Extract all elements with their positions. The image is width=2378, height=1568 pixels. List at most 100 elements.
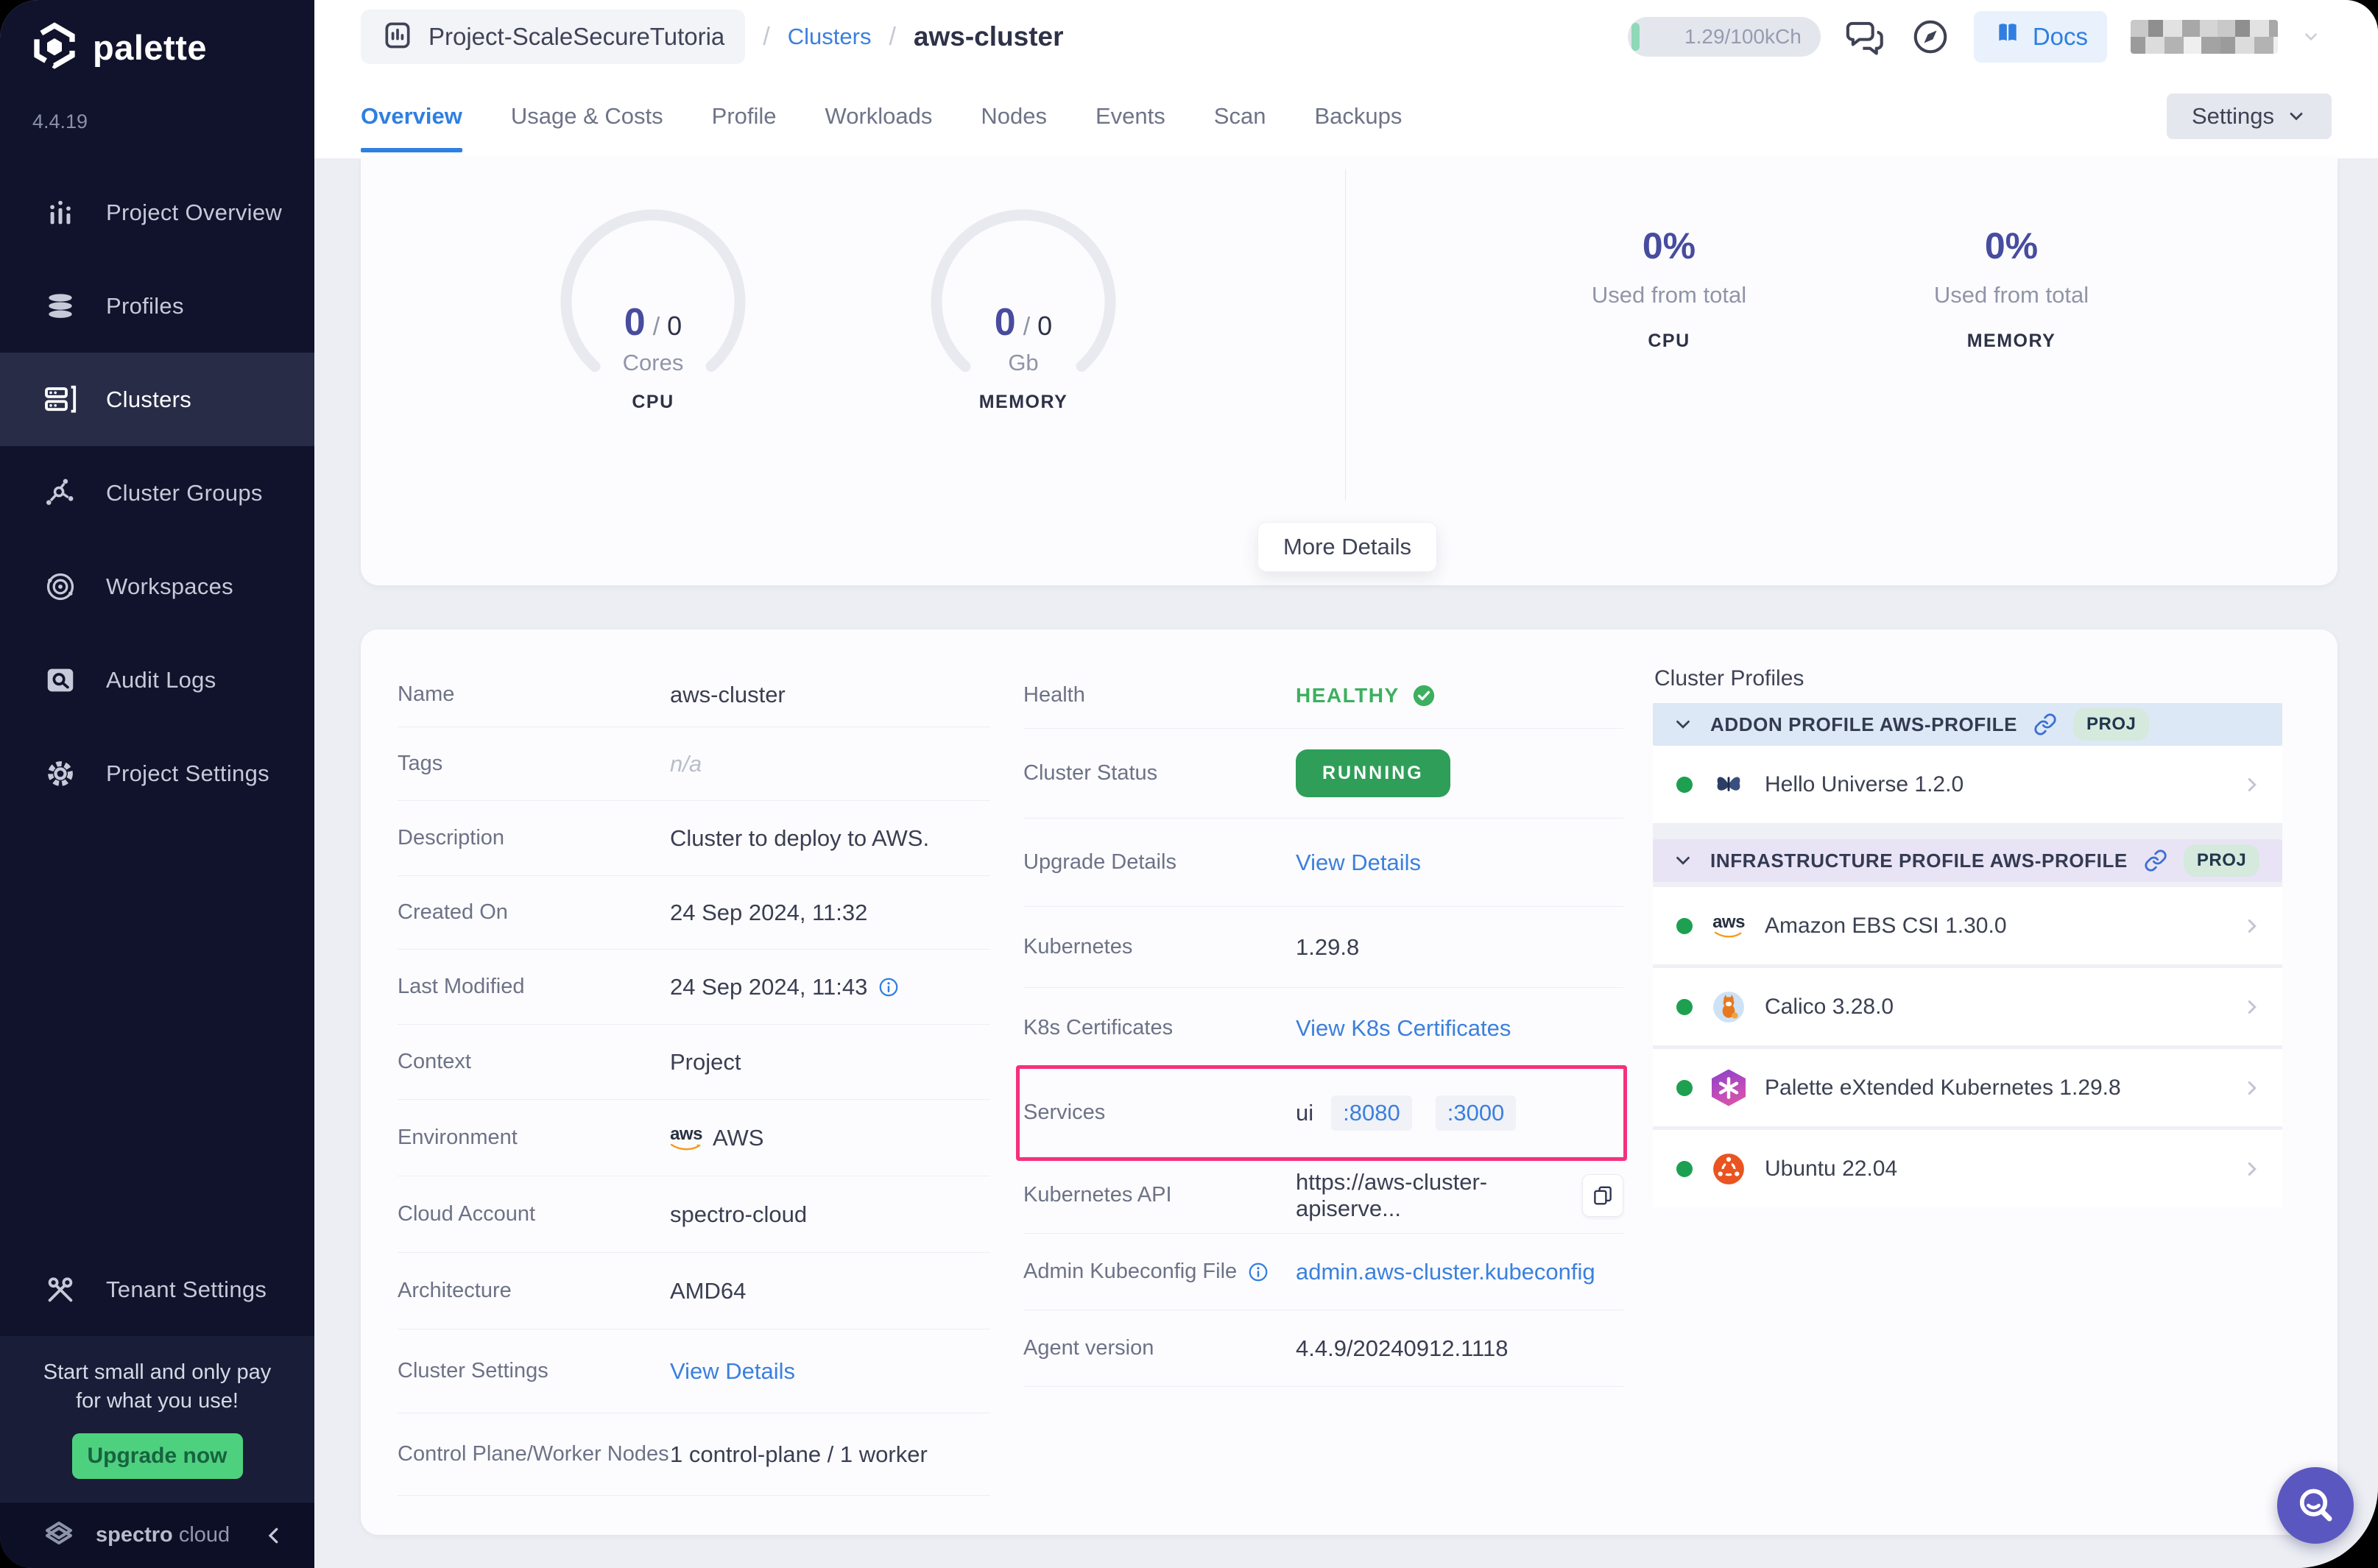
upgrade-now-button[interactable]: Upgrade now	[71, 1433, 243, 1479]
project-selector[interactable]: Project-ScaleSecureTutoria	[361, 10, 746, 64]
tab-scan[interactable]: Scan	[1214, 74, 1266, 158]
detail-row-kubeconfig: Admin Kubeconfig File admin.aws-cluster.…	[1023, 1234, 1623, 1310]
detail-row-health: Health HEALTHY	[1023, 663, 1623, 729]
settings-dropdown-button[interactable]: Settings	[2167, 93, 2332, 139]
cpu-used-value: 0	[624, 301, 646, 344]
row-label: Admin Kubeconfig File	[1023, 1260, 1238, 1283]
view-details-link[interactable]: View Details	[670, 1358, 795, 1385]
profile-item-amazon-ebs-csi[interactable]: aws Amazon EBS CSI 1.30.0	[1653, 887, 2282, 964]
service-port-link-8080[interactable]: :8080	[1331, 1095, 1412, 1131]
user-name-redacted[interactable]	[2131, 20, 2278, 54]
compass-icon[interactable]	[1910, 17, 1950, 57]
row-label: Cluster Status	[1023, 761, 1158, 785]
tab-events[interactable]: Events	[1095, 74, 1165, 158]
detail-row-nodes: Control Plane/Worker Nodes 1 control-pla…	[398, 1413, 990, 1496]
row-value: aws-cluster	[670, 681, 786, 707]
sidebar-item-tenant-settings[interactable]: Tenant Settings	[0, 1243, 314, 1336]
top-bar: Project-ScaleSecureTutoria / Clusters / …	[314, 0, 2378, 74]
profile-item-name: Ubuntu 22.04	[1765, 1156, 1898, 1181]
tab-profile[interactable]: Profile	[712, 74, 777, 158]
profile-item-ubuntu[interactable]: Ubuntu 22.04	[1653, 1130, 2282, 1207]
view-k8s-certificates-link[interactable]: View K8s Certificates	[1296, 1015, 1511, 1042]
chevron-down-icon	[1676, 720, 1690, 729]
collapse-sidebar-icon[interactable]	[263, 1525, 285, 1547]
memory-used-value: 0	[994, 301, 1016, 344]
profile-item-hello-universe[interactable]: Hello Universe 1.2.0	[1653, 746, 2282, 823]
row-label: Environment	[398, 1126, 518, 1149]
tab-workloads[interactable]: Workloads	[825, 74, 933, 158]
sidebar-item-label: Project Overview	[106, 199, 283, 225]
row-label: Agent version	[1023, 1336, 1154, 1360]
row-value: 1.29.8	[1296, 933, 1360, 960]
row-label: Kubernetes API	[1023, 1183, 1172, 1207]
row-label: Name	[398, 682, 455, 706]
gauge-separator: /	[652, 313, 660, 341]
cluster-tabs: Overview Usage & Costs Profile Workloads…	[314, 74, 2378, 158]
magnifier-smile-icon	[2299, 1488, 2332, 1522]
service-port-link-3000[interactable]: :3000	[1435, 1095, 1517, 1131]
sidebar-item-project-settings[interactable]: Project Settings	[0, 727, 314, 820]
info-icon[interactable]	[878, 976, 900, 998]
row-label: Kubernetes	[1023, 935, 1133, 958]
sidebar-item-project-overview[interactable]: Project Overview	[0, 166, 314, 259]
sidebar-footer: spectro cloud	[0, 1502, 314, 1568]
memory-unit: Gb	[1008, 350, 1039, 375]
cpu-gauge-label: CPU	[632, 392, 674, 412]
sidebar-item-workspaces[interactable]: Workspaces	[0, 540, 314, 633]
detail-row-description: Description Cluster to deploy to AWS.	[398, 801, 990, 876]
memory-percent-stat: 0% Used from total MEMORY	[1894, 225, 2129, 352]
info-icon[interactable]	[1247, 1261, 1269, 1283]
sidebar-item-clusters[interactable]: Clusters	[0, 353, 314, 446]
kubeconfig-download-link[interactable]: admin.aws-cluster.kubeconfig	[1296, 1259, 1595, 1285]
docs-label: Docs	[2032, 23, 2088, 50]
breadcrumb-clusters-link[interactable]: Clusters	[788, 24, 872, 50]
row-value: spectro-cloud	[670, 1201, 808, 1227]
infrastructure-profile-label: INFRASTRUCTURE PROFILE AWS-PROFILE	[1710, 849, 2128, 872]
promo-line-2: for what you use!	[76, 1389, 239, 1413]
infrastructure-profile-header[interactable]: INFRASTRUCTURE PROFILE AWS-PROFILE PROJ	[1653, 839, 2282, 882]
sidebar-nav: Project Overview Profiles Clusters Clust…	[0, 166, 314, 820]
row-label: Cluster Settings	[398, 1359, 548, 1382]
addon-profile-label: ADDON PROFILE AWS-PROFILE	[1710, 713, 2018, 735]
pxk-hexagon-icon	[1712, 1069, 1746, 1106]
profile-item-palette-extended-kubernetes[interactable]: Palette eXtended Kubernetes 1.29.8	[1653, 1049, 2282, 1126]
sidebar-item-profiles[interactable]: Profiles	[0, 259, 314, 353]
book-icon	[1993, 19, 2022, 54]
sidebar-item-audit-logs[interactable]: Audit Logs	[0, 633, 314, 727]
tab-nodes[interactable]: Nodes	[981, 74, 1047, 158]
spectro-cloud-logo-icon	[41, 1516, 77, 1555]
cpu-percent-stat: 0% Used from total CPU	[1551, 225, 1787, 352]
sidebar-item-label: Audit Logs	[106, 666, 216, 693]
upgrade-view-details-link[interactable]: View Details	[1296, 850, 1421, 876]
row-label: K8s Certificates	[1023, 1016, 1174, 1039]
sidebar-item-cluster-groups[interactable]: Cluster Groups	[0, 446, 314, 540]
row-label: Tags	[398, 752, 443, 775]
profile-item-name: Amazon EBS CSI 1.30.0	[1765, 913, 2007, 938]
orbit-icon	[41, 568, 80, 606]
copy-button[interactable]	[1581, 1173, 1623, 1217]
details-left-column: Name aws-cluster Tags n/a Description Cl…	[398, 663, 990, 1496]
addon-profile-header[interactable]: ADDON PROFILE AWS-PROFILE PROJ	[1653, 703, 2282, 746]
row-label: Description	[398, 826, 505, 850]
chevron-down-icon	[2290, 112, 2303, 120]
cpu-percent-caption: Used from total	[1591, 282, 1747, 308]
servers-icon	[41, 381, 80, 419]
profile-item-calico[interactable]: Calico 3.28.0	[1653, 968, 2282, 1045]
kubernetes-api-url: https://aws-cluster-apiserve...	[1296, 1168, 1488, 1221]
breadcrumb-separator: /	[763, 22, 770, 51]
detail-row-kubernetes-api: Kubernetes API https://aws-cluster-apise…	[1023, 1157, 1623, 1234]
tab-backups[interactable]: Backups	[1314, 74, 1402, 158]
detail-row-tags: Tags n/a	[398, 727, 990, 801]
chat-button[interactable]	[1844, 15, 1887, 58]
more-details-button[interactable]: More Details	[1257, 522, 1437, 572]
aws-logo-icon: aws	[670, 1125, 702, 1151]
proj-badge: PROJ	[2073, 708, 2150, 741]
tab-usage-costs[interactable]: Usage & Costs	[511, 74, 663, 158]
usage-quota-pill[interactable]: 1.29/100kCh	[1627, 17, 1821, 57]
user-menu-chevron-icon[interactable]	[2301, 27, 2321, 46]
tab-overview[interactable]: Overview	[361, 74, 462, 158]
row-value: 1 control-plane / 1 worker	[670, 1441, 928, 1467]
docs-button[interactable]: Docs	[1973, 11, 2107, 63]
help-search-fab[interactable]	[2277, 1467, 2354, 1544]
status-dot	[1676, 776, 1693, 793]
